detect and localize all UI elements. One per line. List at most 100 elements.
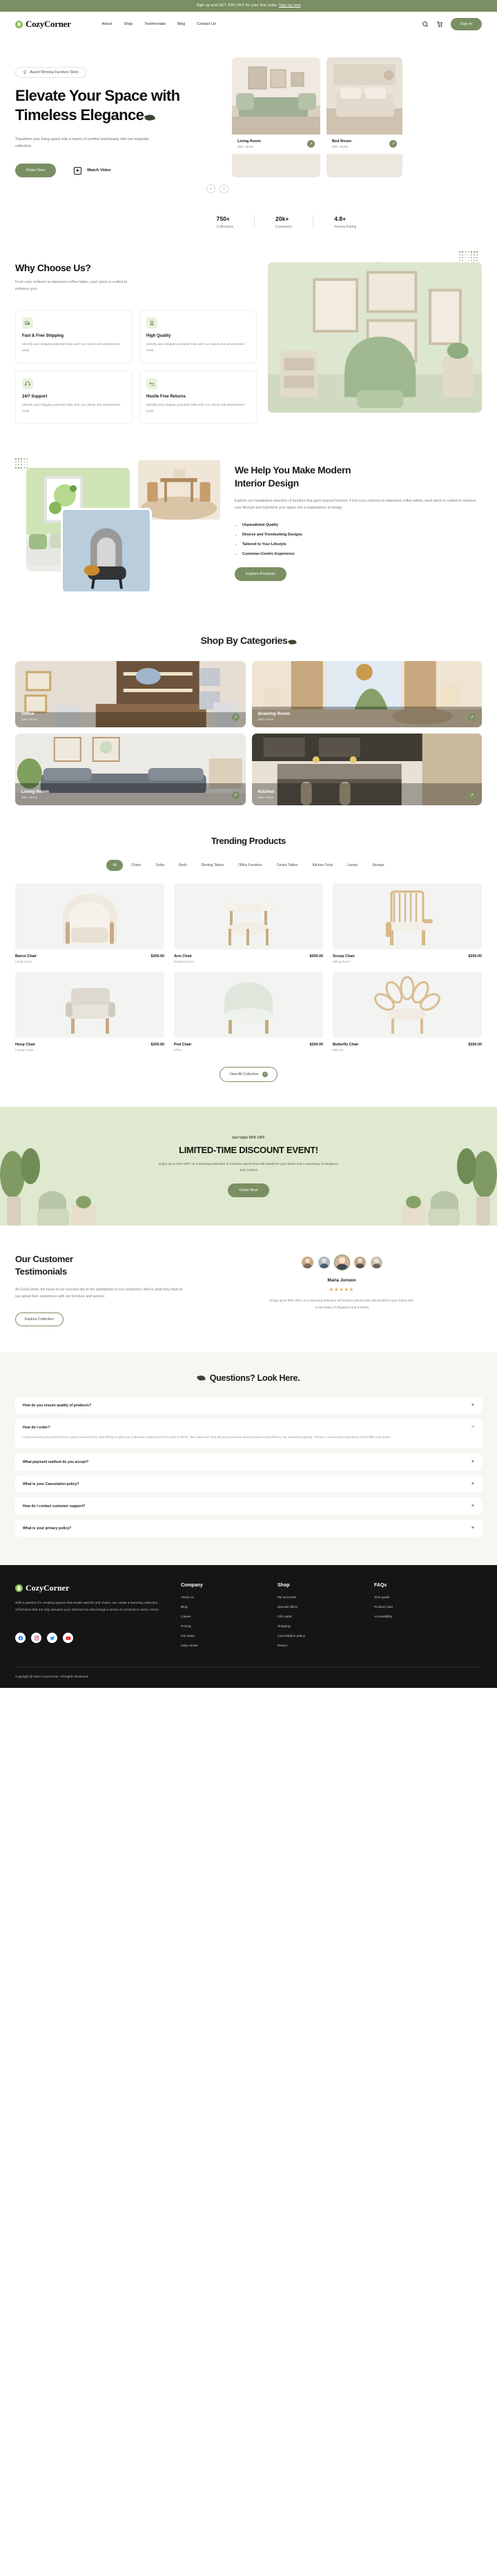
footer-link-help-center[interactable]: Help center [181,1644,257,1648]
brand-logo[interactable]: CozyCorner [15,19,71,30]
bed-room-photo [327,57,402,135]
hero-card-living-room[interactable]: Living Room 250+ Items ↗ [232,57,320,178]
footer-link-product-care[interactable]: Product care [374,1606,450,1609]
avatar[interactable] [353,1256,367,1270]
footer-link-special-offers[interactable]: Special offers [277,1606,353,1609]
footer-link-cancellation-policy[interactable]: Cancellation policy [277,1635,353,1638]
kitchen-arrow-icon[interactable]: ↗ [468,792,476,800]
search-icon[interactable] [422,21,429,28]
faq-question[interactable]: How do you ensure quality of products? + [23,1403,474,1408]
footer-link-accessibility[interactable]: Accessibility [374,1615,450,1619]
hero-heading: Elevate Your Space with Timeless Eleganc… [15,86,222,125]
avatar[interactable] [300,1256,314,1270]
faq-item[interactable]: How do I contact customer support? + [15,1497,482,1515]
filter-chip-beds[interactable]: Beds [173,860,193,871]
faq-question[interactable]: How do I order? − [23,1425,474,1430]
product-card[interactable]: Pod Chair Office $200.00 [174,972,323,1052]
filter-chip-chairs[interactable]: Chairs [125,860,147,871]
collage-armchair-photo [61,508,152,594]
product-card[interactable]: Scoop Chair Sitting Room $200.00 [333,883,482,963]
faq-question[interactable]: What is your Cancelation policy? + [23,1482,474,1486]
sign-in-button[interactable]: Sign in [450,18,482,30]
bed-room-arrow-icon[interactable]: ↗ [389,140,397,148]
office-arrow-icon[interactable]: ↗ [231,714,240,722]
living-room-arrow-icon[interactable]: ↗ [231,792,240,800]
filter-chip-lamps[interactable]: Lamps [341,860,364,871]
footer-link-gift-cards[interactable]: Gift cards [277,1615,353,1619]
category-card-drawing-room[interactable]: Drawing Room 250+ Items ↗ [251,661,482,728]
instagram-icon[interactable] [31,1633,41,1644]
faq-item[interactable]: What is your privacy policy? + [15,1520,482,1537]
living-room-arrow-icon[interactable]: ↗ [307,140,315,148]
category-card-kitchen[interactable]: Kitchen 250+ Items ↗ [251,734,482,806]
plus-icon[interactable]: + [471,1526,474,1531]
faq-item[interactable]: How do you ensure quality of products? + [15,1397,482,1415]
promo-order-now-button[interactable]: Order Now [228,1183,269,1198]
nav-item-testimonials[interactable]: Testimonials [144,22,166,26]
nav-item-shop[interactable]: Shop [124,22,133,26]
filter-chip-sofas[interactable]: Sofas [149,860,170,871]
feature-title: 24/7 Support [22,394,48,399]
watch-video-button[interactable]: Watch Video [74,166,111,175]
footer-brand-logo[interactable]: CozyCorner [15,1583,160,1593]
product-card[interactable]: Hoop Chair Lounge Chair $200.00 [15,972,164,1052]
filter-chip-storage[interactable]: Storage [366,860,391,871]
explore-products-button[interactable]: Explore Products [235,567,286,581]
footer-link-our-team[interactable]: Our team [181,1635,257,1638]
faq-item[interactable]: What payment method do you accept? + [15,1453,482,1471]
plus-icon[interactable]: + [471,1459,474,1464]
plus-icon[interactable]: + [471,1403,474,1408]
cart-icon[interactable] [436,21,443,28]
categories-section: Shop By Categories Office 250+ Items ↗ D… [0,603,497,806]
faq-question[interactable]: How do I contact customer support? + [23,1504,474,1508]
order-now-button[interactable]: Order Now [15,164,57,178]
product-card[interactable]: Arm Chair Drawing Room $200.00 [174,883,323,963]
twitter-icon[interactable] [47,1633,57,1644]
plus-icon[interactable]: + [471,1482,474,1486]
hero-card-bed-room[interactable]: Bed Room 400+ Items ↗ [327,57,402,178]
filter-chip-dinning-tables[interactable]: Dinning Tables [195,860,231,871]
avatar[interactable] [369,1256,383,1270]
minus-icon[interactable]: − [471,1425,474,1430]
footer-link-shipping[interactable]: Shipping [277,1625,353,1629]
footer-link-my-accounts[interactable]: My accounts [277,1596,353,1600]
facebook-icon[interactable] [15,1633,26,1644]
filter-chip-centre-tables[interactable]: Centre Tables [271,860,304,871]
carousel-prev-button[interactable]: ‹ [206,184,215,194]
drawing-room-arrow-icon[interactable]: ↗ [468,714,476,722]
filter-chip-office-furniture[interactable]: Office Furniture [232,860,268,871]
carousel-next-button[interactable]: › [220,184,228,194]
faq-section: Questions? Look Here. How do you ensure … [0,1353,497,1566]
product-card[interactable]: Barrol Chair Living Room $200.00 [15,883,164,963]
plus-icon[interactable]: + [471,1504,474,1508]
faq-item[interactable]: What is your Cancelation policy? + [15,1475,482,1493]
avatar[interactable] [317,1256,331,1270]
product-card[interactable]: Butterfly Chair Balcony $200.00 [333,972,482,1052]
faq-list: How do you ensure quality of products? +… [15,1397,482,1537]
explore-collection-button[interactable]: Explore Collection [15,1312,64,1327]
interior-design-section: We Help You Make Modern Interior Design … [0,424,497,603]
dot-pattern-top [459,251,478,262]
footer-link-size-guide[interactable]: Size guide [374,1596,450,1600]
youtube-icon[interactable] [63,1633,73,1644]
avatar-active[interactable] [333,1255,350,1271]
announcement-signup-link[interactable]: Sign up now [279,3,300,8]
footer-link-blog[interactable]: Blog [181,1606,257,1609]
footer-link-about-us[interactable]: About us [181,1596,257,1600]
interior-title-line2: Interior Design [235,477,299,489]
filter-chip-all[interactable]: All [106,860,123,872]
footer-link-pricing[interactable]: Pricing [181,1625,257,1629]
nav-item-contact-us[interactable]: Contact Us [197,22,216,26]
nav-item-about[interactable]: About [102,22,113,26]
footer-link-career[interactable]: Career [181,1615,257,1619]
footer-top: CozyCorner With a passion for creating s… [15,1583,482,1654]
filter-chip-kitchen-tools[interactable]: Kitchen Tools [306,860,339,871]
faq-question[interactable]: What payment method do you accept? + [23,1459,474,1464]
category-card-living-room[interactable]: Living Room 250+ Items ↗ [15,734,246,806]
category-card-office[interactable]: Office 250+ Items ↗ [15,661,246,728]
footer-link-return[interactable]: Return [277,1644,353,1648]
faq-item-expanded[interactable]: How do I order? − Understanding your pre… [15,1419,482,1449]
faq-question[interactable]: What is your privacy policy? + [23,1526,474,1531]
view-all-collection-button[interactable]: View All Collection ↗ [220,1067,277,1083]
nav-item-blog[interactable]: Blog [177,22,185,26]
